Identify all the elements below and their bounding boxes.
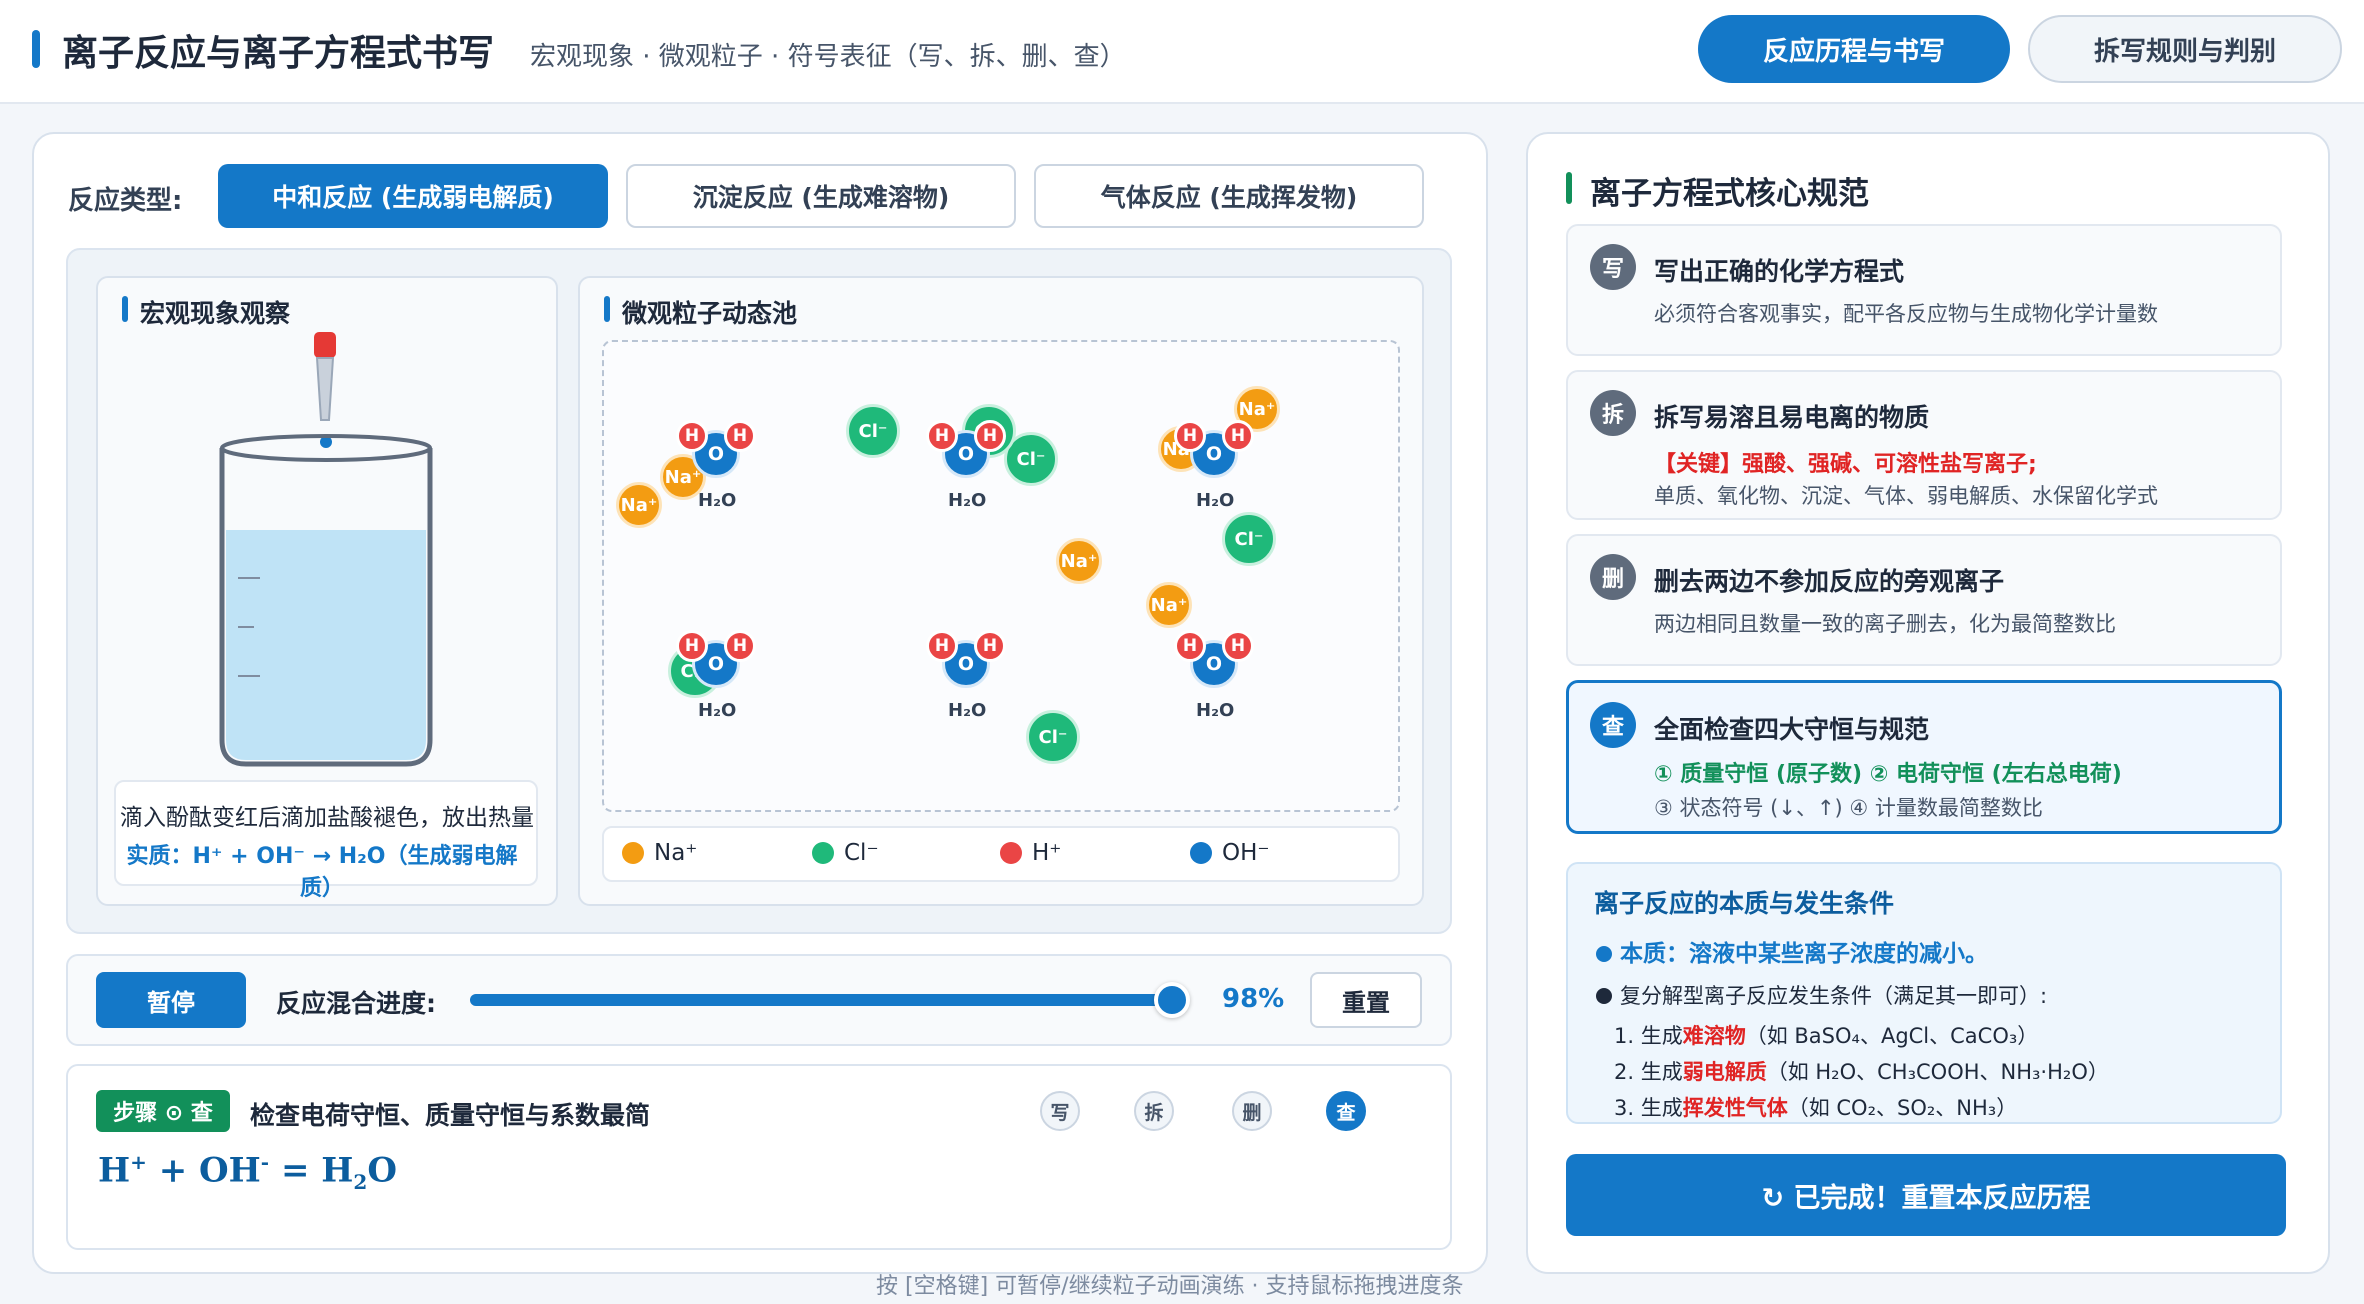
chloride-ion: Cl⁻ [1026, 710, 1080, 764]
reset-process-button[interactable]: ↻ 已完成！重置本反应历程 [1566, 1154, 2286, 1236]
rule-key-text: ① 质量守恒 (原子数) ② 电荷守恒 (左右总电荷) [1654, 762, 2122, 787]
rule-text: 单质、氧化物、沉淀、气体、弱电解质、水保留化学式 [1654, 484, 2158, 508]
macro-phenomenon-text: 滴入酚酞变红后滴加盐酸褪色，放出热量 [120, 805, 534, 831]
title-accent-bar [32, 30, 40, 68]
pause-button[interactable]: 暂停 [96, 972, 246, 1028]
legend-item-h: H⁺ [1000, 840, 1061, 866]
essence-line: 本质：溶液中某些离子浓度的减小。 [1596, 934, 1988, 968]
rule-heading: 拆写易溶且易电离的物质 [1654, 403, 1930, 432]
bullet-icon [1596, 988, 1612, 1004]
legend-item-cl: Cl⁻ [812, 840, 879, 866]
condition-item: 3. 生成挥发性气体（如 CO₂、SO₂、NH₃） [1614, 1096, 2018, 1120]
step-badge: 步骤 ⊙ 查 [96, 1090, 230, 1132]
water-label: H₂O [1196, 490, 1235, 511]
rule-card-write[interactable] [1566, 224, 2282, 356]
page-subtitle: 宏观现象 · 微观粒子 · 符号表征（写、拆、删、查） [530, 42, 1126, 72]
hydrogen-atom: H [926, 630, 958, 662]
hydrogen-atom: H [676, 630, 708, 662]
page-title: 离子反应与离子方程式书写 [62, 33, 495, 74]
hydrogen-atom: H [1222, 630, 1254, 662]
reaction-type-precipitation[interactable]: 沉淀反应 (生成难溶物) [626, 164, 1016, 228]
essence-title: 离子反应的本质与发生条件 [1594, 889, 1895, 918]
water-label: H₂O [698, 700, 737, 721]
chloride-ion: Cl⁻ [1222, 512, 1276, 566]
rule-icon-delete: 删 [1590, 554, 1636, 600]
reaction-type-gas[interactable]: 气体反应 (生成挥发物) [1034, 164, 1424, 228]
sodium-ion: Na⁺ [1056, 538, 1102, 584]
water-label: H₂O [1196, 700, 1235, 721]
step-title: 检查电荷守恒、质量守恒与系数最简 [250, 1101, 651, 1130]
tab-reaction-process[interactable]: 反应历程与书写 [1698, 15, 2010, 83]
legend-dot [1000, 842, 1022, 864]
progress-fill [470, 994, 1172, 1006]
rule-heading: 删去两边不参加反应的旁观离子 [1654, 567, 2005, 596]
beaker-illustration [219, 332, 433, 767]
hydrogen-atom: H [974, 420, 1006, 452]
legend-item-na: Na⁺ [622, 840, 697, 866]
rule-card-delete[interactable] [1566, 534, 2282, 666]
progress-value: 98% [1222, 984, 1285, 1014]
dropper-icon [314, 332, 336, 448]
hydrogen-atom: H [724, 420, 756, 452]
legend-dot [622, 842, 644, 864]
sodium-ion: Na⁺ [616, 482, 662, 528]
step-dot-write[interactable]: 写 [1040, 1091, 1080, 1131]
water-label: H₂O [948, 490, 987, 511]
reset-button[interactable]: 重置 [1310, 972, 1422, 1028]
macro-essence-text: 实质：H⁺ + OH⁻ → H₂O（生成弱电解质） [126, 844, 518, 901]
condition-item: 1. 生成难溶物（如 BaSO₄、AgCl、CaCO₃） [1614, 1024, 2039, 1048]
hydrogen-atom: H [1174, 630, 1206, 662]
sodium-ion: Na⁺ [1146, 582, 1192, 628]
rule-icon-split: 拆 [1590, 390, 1636, 436]
micro-title: 微观粒子动态池 [604, 294, 797, 330]
legend-dot [1190, 842, 1212, 864]
progress-label: 反应混合进度: [276, 989, 436, 1018]
legend-dot [812, 842, 834, 864]
rule-text: 必须符合客观事实，配平各反应物与生成物化学计量数 [1654, 302, 2158, 326]
water-label: H₂O [948, 700, 987, 721]
hydrogen-atom: H [1174, 420, 1206, 452]
condition-item: 2. 生成弱电解质（如 H₂O、CH₃COOH、NH₃·H₂O） [1614, 1060, 2109, 1084]
chloride-ion: Cl⁻ [846, 404, 900, 458]
hydrogen-atom: H [926, 420, 958, 452]
micro-title-marker [604, 296, 610, 322]
rule-heading: 写出正确的化学方程式 [1654, 257, 1905, 286]
rule-icon-write: 写 [1590, 244, 1636, 290]
ionic-equation: H+ + OH- = H2O [98, 1150, 397, 1195]
rule-icon-check: 查 [1590, 702, 1636, 748]
rules-title: 离子方程式核心规范 [1590, 176, 1869, 212]
tab-split-rules[interactable]: 拆写规则与判别 [2028, 15, 2342, 83]
rule-heading: 全面检查四大守恒与规范 [1654, 715, 1930, 744]
step-dot-check[interactable]: 查 [1326, 1091, 1366, 1131]
step-dot-split[interactable]: 拆 [1134, 1091, 1174, 1131]
rule-text: ③ 状态符号 (↓、↑) ④ 计量数最简整数比 [1654, 796, 2043, 820]
rule-key-text: 【关键】强酸、强碱、可溶性盐写离子; [1654, 452, 2037, 477]
beaker-icon [219, 434, 433, 767]
bullet-icon [1596, 946, 1612, 962]
macro-title-marker [122, 296, 128, 322]
progress-knob[interactable] [1153, 982, 1190, 1018]
reaction-type-label: 反应类型: [68, 186, 183, 216]
water-label: H₂O [698, 490, 737, 511]
rules-title-marker [1566, 172, 1572, 204]
hydrogen-atom: H [724, 630, 756, 662]
progress-slider[interactable] [470, 982, 1190, 1018]
hydrogen-atom: H [974, 630, 1006, 662]
step-dot-delete[interactable]: 删 [1232, 1091, 1272, 1131]
condition-line: 复分解型离子反应发生条件（满足其一即可）: [1596, 980, 2047, 1010]
legend-item-oh: OH⁻ [1190, 840, 1270, 866]
keyboard-hint: 按 [空格键] 可暂停/继续粒子动画演练 · 支持鼠标拖拽进度条 [876, 1274, 1464, 1299]
hydrogen-atom: H [1222, 420, 1254, 452]
hydrogen-atom: H [676, 420, 708, 452]
reaction-type-neutralization[interactable]: 中和反应 (生成弱电解质) [218, 164, 608, 228]
rule-text: 两边相同且数量一致的离子删去，化为最简整数比 [1654, 612, 2116, 636]
